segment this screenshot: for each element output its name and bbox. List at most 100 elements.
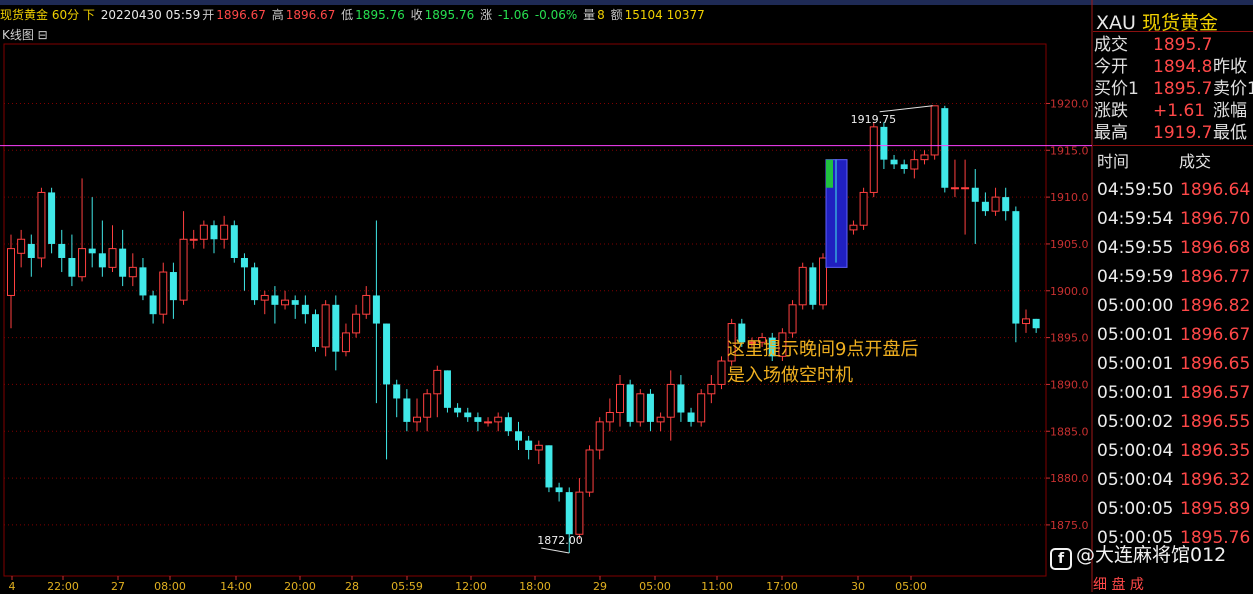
candle-body <box>656 416 665 423</box>
tick-row[interactable]: 05:00:01 1896.57 <box>1097 379 1250 408</box>
candle-body <box>809 267 817 305</box>
facebook-icon: f <box>1050 548 1072 570</box>
candle-body <box>971 187 979 202</box>
quote-row-value: 1919.7 <box>1153 123 1213 143</box>
candle-body <box>393 384 401 399</box>
candle-body <box>849 224 858 231</box>
panel-divider <box>1093 31 1253 32</box>
candle-body <box>545 445 553 488</box>
candle-body <box>169 272 177 301</box>
x-tick-label: 28 <box>345 580 359 592</box>
candle-body <box>362 294 371 315</box>
x-tick-label: 14:00 <box>220 580 252 592</box>
quote-row-label: 成交 <box>1094 35 1128 55</box>
tick-time: 05:00:04 <box>1097 470 1174 490</box>
candle-body <box>321 304 330 348</box>
candle-body <box>159 271 168 315</box>
candle-body <box>119 248 127 277</box>
low-pointer <box>541 547 570 554</box>
x-tick-label: 22:00 <box>47 580 79 592</box>
x-tick-label: 27 <box>111 580 125 592</box>
tick-row[interactable]: 04:59:59 1896.77 <box>1097 263 1250 292</box>
candle-body <box>312 314 319 347</box>
tick-time: 05:00:01 <box>1097 354 1174 374</box>
quote-panel: XAU 现货黄金 成交1895.76今开1894.8昨收买价11895.7卖价1… <box>1093 6 1253 592</box>
candle-body <box>900 164 908 170</box>
annotation-line-2: 是入场做空时机 <box>727 365 853 386</box>
candle-body <box>68 257 76 277</box>
candle-body <box>128 266 137 278</box>
tick-row[interactable]: 05:00:02 1896.55 <box>1097 408 1250 437</box>
candlestick-chart[interactable]: 1920.0 1915.0 1910.0 1905.0 1900.0 1895.0 1890… <box>0 0 1093 592</box>
candle-body <box>108 248 117 268</box>
tick-price: 1896.70 <box>1180 209 1251 229</box>
candle-body <box>433 369 442 395</box>
candle-body <box>605 412 614 423</box>
tick-row[interactable]: 05:00:05 1895.89 <box>1097 495 1250 524</box>
tick-row[interactable]: 04:59:55 1896.68 <box>1097 234 1250 263</box>
candle-body <box>98 253 106 268</box>
tick-price: 1896.82 <box>1180 296 1251 316</box>
tick-price: 1896.57 <box>1180 383 1251 403</box>
candle-body <box>788 304 797 334</box>
tick-price: 1896.67 <box>1180 325 1251 345</box>
candle-body <box>859 191 868 226</box>
candle-body <box>961 187 970 190</box>
tick-row[interactable]: 05:00:04 1896.35 <box>1097 437 1250 466</box>
candle-body <box>88 248 96 254</box>
candle-body <box>1002 197 1010 212</box>
quote-row-label: 涨跌 <box>1094 101 1128 121</box>
quote-row-value: +1.61 <box>1153 101 1206 121</box>
tick-time: 05:00:00 <box>1097 296 1174 316</box>
x-tick-label: 05:00 <box>639 580 671 592</box>
candle-body <box>17 238 26 254</box>
candle-body <box>454 407 462 413</box>
panel-divider <box>1093 145 1253 146</box>
candle-body <box>189 238 198 241</box>
candle-body <box>880 126 888 160</box>
quote-row-value: 1895.7 <box>1153 79 1213 99</box>
candle-body <box>890 159 898 165</box>
y-tick-label: 1890.0 <box>1050 378 1089 391</box>
candle-body <box>575 491 584 535</box>
tick-row[interactable]: 04:59:54 1896.70 <box>1097 205 1250 234</box>
tick-time: 05:00:04 <box>1097 441 1174 461</box>
quote-row-value: 1895.76 <box>1153 35 1213 55</box>
candle-body <box>920 154 929 161</box>
candle-body <box>910 159 919 170</box>
tick-row[interactable]: 04:59:50 1896.64 <box>1097 176 1250 205</box>
candle-body <box>332 304 340 352</box>
tick-row[interactable]: 05:00:01 1896.65 <box>1097 350 1250 379</box>
candle-body <box>525 440 533 450</box>
y-tick-label: 1905.0 <box>1050 238 1089 251</box>
annotation-line-1: 这里提示晚间9点开盘后 <box>727 339 919 360</box>
panel-bottom-tabs[interactable]: 细 盘 成 <box>1093 574 1144 594</box>
candle-body <box>1012 211 1020 324</box>
candle-body <box>271 295 279 305</box>
candle-body <box>1032 318 1040 329</box>
x-tick-label: 30 <box>851 580 865 592</box>
y-tick-label: 1900.0 <box>1050 285 1089 298</box>
tick-row[interactable]: 05:00:04 1896.32 <box>1097 466 1250 495</box>
tick-header-price: 成交 <box>1179 152 1212 171</box>
candle-body <box>941 108 949 188</box>
x-tick-label: 4 <box>9 580 16 592</box>
y-tick-label: 1885.0 <box>1050 425 1089 438</box>
x-tick-label: 12:00 <box>455 580 487 592</box>
x-tick-label: 17:00 <box>766 580 798 592</box>
candle-body <box>991 196 1000 212</box>
candle-body <box>697 393 706 423</box>
candle-body <box>636 393 645 423</box>
candle-body <box>230 225 238 258</box>
candle-body <box>515 431 522 441</box>
candle-body <box>48 192 56 244</box>
tick-time: 04:59:55 <box>1097 238 1174 258</box>
x-tick-label: 08:00 <box>154 580 186 592</box>
candle-body <box>423 393 432 418</box>
x-tick-label: 20:00 <box>284 580 316 592</box>
candle-body <box>149 295 157 315</box>
watermark: f @大连麻将馆012 <box>1050 540 1226 570</box>
tick-price: 1896.77 <box>1180 267 1251 287</box>
tick-row[interactable]: 05:00:00 1896.82 <box>1097 292 1250 321</box>
tick-row[interactable]: 05:00:01 1896.67 <box>1097 321 1250 350</box>
